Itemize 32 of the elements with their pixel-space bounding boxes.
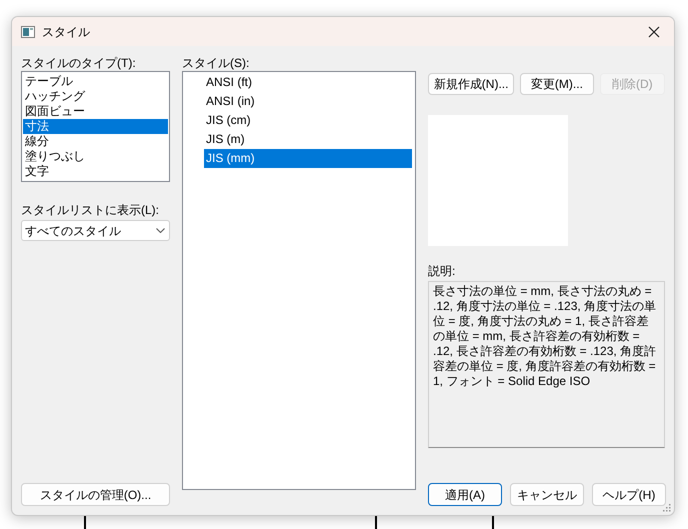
filter-dropdown[interactable]: すべてのスタイル <box>21 220 170 241</box>
list-item[interactable]: 線分 <box>23 134 168 149</box>
list-label: スタイルのタイプ(T): <box>21 56 137 71</box>
dropdown-label: スタイルリストに表示(L): <box>21 203 160 219</box>
dialog-button[interactable]: キャンセル <box>510 483 584 506</box>
list-item[interactable]: ハッチング <box>23 89 168 104</box>
style-type-list[interactable]: テーブル ハッチング 図面ビュー 寸法 線分 塗りつぶし 文字 <box>21 71 170 182</box>
dialog-button[interactable]: ヘルプ(H) <box>592 483 666 506</box>
list-item[interactable]: テーブル <box>23 74 168 89</box>
list-item[interactable]: JIS (m) <box>204 130 412 149</box>
window-icon <box>21 26 35 38</box>
list-item[interactable]: 文字 <box>23 164 168 179</box>
list-item[interactable]: ANSI (ft) <box>204 73 412 92</box>
list-item[interactable]: 塗りつぶし <box>23 149 168 164</box>
window-title: スタイル <box>42 24 90 40</box>
style-list[interactable]: ANSI (ft) ANSI (in) JIS (cm) JIS (m) JIS (mm) <box>182 71 416 490</box>
style-action-button[interactable]: 新規作成(N)... <box>428 73 514 95</box>
resize-grip-icon[interactable] <box>663 504 671 512</box>
manage-styles-button[interactable]: スタイルの管理(O)... <box>21 483 170 506</box>
close-icon <box>648 26 660 38</box>
list-label: スタイル(S): <box>182 56 250 71</box>
dropdown-value: すべてのスタイル <box>25 222 122 240</box>
style-action-button[interactable]: 変更(M)... <box>520 73 594 95</box>
dialog-button[interactable]: 適用(A) <box>428 483 502 506</box>
list-item[interactable]: ANSI (in) <box>204 92 412 111</box>
chevron-down-icon <box>156 228 165 233</box>
description-label: 説明: <box>428 264 456 280</box>
list-item[interactable]: 図面ビュー <box>23 104 168 119</box>
list-item[interactable]: JIS (cm) <box>204 111 412 130</box>
list-item[interactable]: 寸法 <box>23 119 168 134</box>
list-item[interactable]: JIS (mm) <box>204 149 412 168</box>
description-text: 長さ寸法の単位 = mm, 長さ寸法の丸め = .12, 角度寸法の単位 = .123, 角度寸法の単位 = 度, 角度寸法の丸め = 1, 長さ許容差の単位 = mm, 長さ許容差の有効桁数 = .12, 長さ許容差の有効桁数 = .123, 角度許容差の単位 = 度, 角度許容差の有効桁数 = 1, フォント = Solid Edge ISO <box>433 284 658 389</box>
